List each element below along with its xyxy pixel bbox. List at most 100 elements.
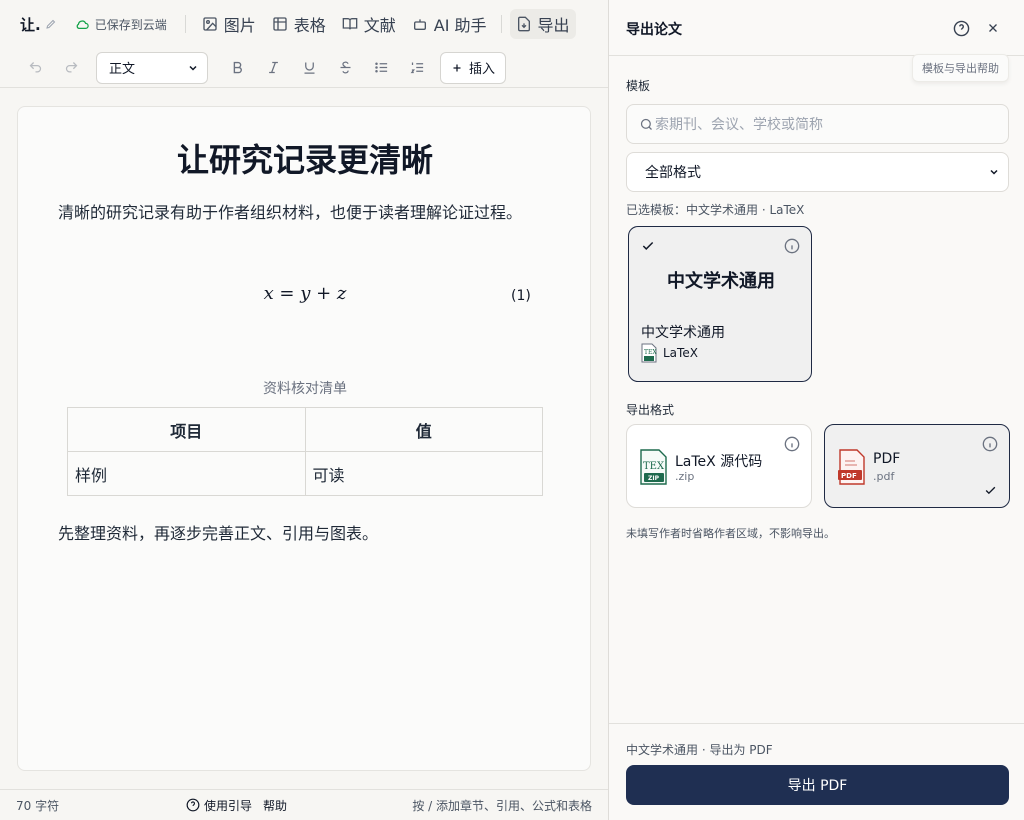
bot-icon [413,19,426,30]
help-tooltip: 模板与导出帮助 [912,54,1009,82]
help-button[interactable] [949,16,973,40]
check-icon [984,484,997,497]
image-button-label: 图片 [223,16,256,35]
document-page[interactable]: 让研究记录更清晰 清晰的研究记录有助于作者组织材料，也便于读者理解论证过程。 x… [17,106,591,771]
pencil-icon[interactable] [45,18,57,30]
editor: 让. 已保存到云端 图片 表格 文献 AI 助手 导出 正文 插入 让研究记录更… [0,0,608,820]
format-filter-select[interactable]: 全部格式 [626,152,1009,192]
numbered-list-button[interactable] [402,53,432,83]
table-button[interactable]: 表格 [266,9,332,39]
ai-assistant-button-label: AI 助手 [433,16,487,35]
undo-button[interactable] [20,53,50,83]
template-name: 中文学术通用 [641,325,725,341]
redo-icon [65,62,77,73]
italic-button[interactable] [258,53,288,83]
latex-zip-icon: TEX ZIP [640,449,667,485]
paragraph-style-select[interactable]: 正文 [96,51,208,84]
table-icon [273,17,287,31]
paragraph-style-value: 正文 [109,62,136,77]
export-summary: 中文学术通用 · 导出为 PDF [626,743,773,757]
strikethrough-button[interactable] [330,53,360,83]
bullet-list-icon [374,62,387,73]
document-table[interactable]: 项目 值 样例 可读 [67,407,543,496]
export-format-label: 导出格式 [626,403,675,417]
paragraph[interactable]: 清晰的研究记录有助于作者组织材料，也便于读者理解论证过程。 [58,199,522,223]
table-header-cell[interactable]: 项目 [67,407,306,452]
format-name: PDF [873,451,901,467]
references-button-label: 文献 [363,16,396,35]
info-icon[interactable] [982,436,998,452]
format-toolbar: 正文 插入 [0,48,608,88]
close-icon [989,24,997,32]
doc-title[interactable]: 让. [20,14,41,35]
guide-link[interactable]: 使用引导 [186,797,252,814]
insert-button[interactable]: 插入 [440,51,507,84]
table-cell[interactable]: 样例 [67,451,306,496]
template-search-input[interactable]: 索期刊、会议、学校或简称 [626,104,1009,144]
latex-file-icon: TEX [641,343,657,363]
export-button[interactable]: 导出 [509,9,576,39]
ai-assistant-button[interactable]: AI 助手 [406,9,493,39]
table-caption[interactable]: 资料核对清单 [18,378,592,398]
bold-button[interactable] [222,53,252,83]
paragraph[interactable]: 先整理资料，再逐步完善正文、引用与图表。 [58,520,378,544]
status-bar: 70 字符 使用引导 帮助 按 / 添加章节、引用、公式和表格 [0,789,608,820]
svg-text:TEX: TEX [644,349,657,356]
latex-badge-subtext: ZIP [648,475,660,482]
redo-button[interactable] [56,53,86,83]
equation-number: (1) [511,288,531,304]
search-icon [640,118,652,130]
plus-icon [453,64,461,71]
underline-icon [304,62,314,74]
format-name: LaTeX 源代码 [675,454,763,470]
cloud-icon [75,18,90,30]
info-icon[interactable] [784,436,800,452]
numbered-list-icon [410,62,423,74]
undo-icon [29,62,41,73]
table-header-cell[interactable]: 值 [304,407,543,452]
template-card-selected[interactable]: 中文学术通用 中文学术通用 TEX LaTeX [628,226,812,382]
table-button-label: 表格 [293,16,326,35]
equation[interactable]: x = y + z [18,283,592,304]
info-icon[interactable] [784,238,800,254]
pdf-file-icon: PDF [837,449,866,485]
references-button[interactable]: 文献 [336,9,402,39]
template-preview-title: 中文学术通用 [667,271,775,292]
underline-button[interactable] [294,53,324,83]
table-row: 样例 可读 [67,451,543,496]
panel-footer: 中文学术通用 · 导出为 PDF 导出 PDF [609,723,1024,820]
format-card-pdf[interactable]: PDF PDF .pdf [824,424,1010,508]
chevron-down-icon [990,169,998,175]
close-button[interactable] [981,16,1005,40]
chevron-down-icon [189,65,197,71]
strikethrough-icon [340,61,350,74]
check-icon [641,239,655,253]
pdf-badge-text: PDF [841,472,857,480]
shortcut-hint: 按 / 添加章节、引用、公式和表格 [412,798,592,813]
export-pdf-button[interactable]: 导出 PDF [626,765,1009,805]
bullet-list-button[interactable] [366,53,396,83]
guide-link-label: 使用引导 [204,798,253,813]
format-card-latex[interactable]: TEX ZIP LaTeX 源代码 .zip [626,424,812,508]
table-header-row: 项目 值 [67,407,543,452]
template-engine: TEX LaTeX [641,343,698,363]
bold-icon [233,61,242,74]
search-placeholder: 索期刊、会议、学校或简称 [655,117,823,133]
template-label: 模板 [626,79,651,93]
image-icon [203,17,217,31]
help-circle-icon [186,798,200,812]
help-link[interactable]: 帮助 [263,797,287,814]
table-cell[interactable]: 可读 [304,451,543,496]
document-title[interactable]: 让研究记录更清晰 [18,135,592,181]
panel-title: 导出论文 [626,22,682,38]
panel-header: 导出论文 [609,0,1024,56]
file-download-icon [517,16,530,32]
save-status-label: 已保存到云端 [94,17,167,32]
insert-button-label: 插入 [469,62,496,77]
image-button[interactable]: 图片 [196,9,262,39]
toolbar-divider [500,15,502,33]
book-open-icon [342,18,358,30]
format-extension: .zip [675,470,695,483]
italic-icon [268,61,278,74]
top-toolbar: 让. 已保存到云端 图片 表格 文献 AI 助手 导出 [0,0,608,48]
